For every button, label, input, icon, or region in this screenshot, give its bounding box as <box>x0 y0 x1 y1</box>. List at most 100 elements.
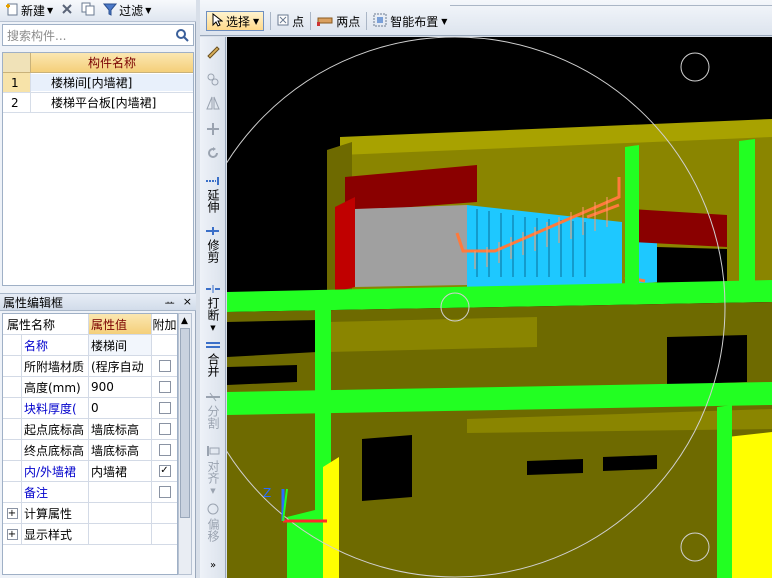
mirror-icon <box>205 95 221 114</box>
toolbar-separator <box>270 12 272 30</box>
dropdown-arrow-icon: ▼ <box>210 324 216 332</box>
property-name-header: 属性名称 <box>3 314 89 334</box>
extra-checkbox[interactable] <box>158 486 171 498</box>
point-button[interactable]: 点 <box>277 11 304 31</box>
toolbar-upper-strip <box>450 0 772 6</box>
new-button[interactable]: 新建 ▼ <box>3 1 55 21</box>
property-value[interactable]: 内墙裙 <box>89 461 152 481</box>
extra-checkbox[interactable] <box>158 360 171 372</box>
expand-cell <box>3 419 22 439</box>
pencil-icon <box>205 43 221 62</box>
delete-icon <box>61 3 73 18</box>
row-index: 2 <box>3 93 31 112</box>
filter-button[interactable]: 过滤 ▼ <box>101 1 153 21</box>
edit-toolbar: 延伸 修剪 打断 ▼ 合并 分割 对齐 ▼ 偏移 » <box>200 37 226 578</box>
trim-button[interactable]: 修剪 <box>203 225 223 263</box>
mirror-button[interactable] <box>203 95 223 114</box>
property-value[interactable] <box>89 482 152 502</box>
list-item[interactable]: 1 楼梯间[内墙裙] <box>3 73 193 93</box>
property-name: 起点底标高 <box>22 419 89 439</box>
offset-label: 偏移 <box>206 518 220 542</box>
two-point-button[interactable]: 两点 <box>317 11 360 31</box>
property-value[interactable]: 900 <box>89 377 152 397</box>
table-row: 所附墙材质 (程序自动 <box>3 356 177 377</box>
align-button[interactable]: 对齐 ▼ <box>203 445 223 498</box>
move-button[interactable] <box>203 121 223 140</box>
extend-button[interactable]: 延伸 <box>203 175 223 213</box>
close-icon[interactable]: × <box>183 295 192 311</box>
property-value[interactable]: 墙底标高 <box>89 440 152 460</box>
scroll-up-icon[interactable]: ▲ <box>181 316 188 326</box>
right-opening <box>657 247 727 287</box>
property-value[interactable]: 楼梯间 <box>89 335 152 355</box>
expand-cell <box>3 356 22 376</box>
expand-cell <box>3 335 22 355</box>
property-value[interactable]: (程序自动 <box>89 356 152 376</box>
copy-button[interactable] <box>79 1 97 21</box>
align-icon <box>205 445 221 460</box>
align-label: 对齐 <box>206 460 220 484</box>
yellow-element <box>323 457 339 578</box>
merge-button[interactable]: 合并 <box>203 339 223 377</box>
extra-checkbox[interactable] <box>158 423 171 435</box>
more-tools-button[interactable]: » <box>203 559 223 573</box>
row-index: 1 <box>3 73 31 92</box>
split-icon <box>205 391 221 405</box>
property-value[interactable]: 0 <box>89 398 152 418</box>
extra-cell <box>152 335 177 355</box>
toolbar-separator <box>310 12 312 30</box>
property-name: 显示样式 <box>22 524 89 544</box>
3d-viewport[interactable]: Z <box>227 37 772 578</box>
dropdown-arrow-icon: ▼ <box>47 6 54 15</box>
pin-icon[interactable]: ᅭ <box>165 295 175 311</box>
split-button[interactable]: 分割 <box>203 391 223 429</box>
search-placeholder: 搜索构件... <box>7 28 67 43</box>
search-input[interactable]: 搜索构件... <box>2 24 194 46</box>
dropdown-arrow-icon[interactable]: ▼ <box>253 17 259 26</box>
rotate-button[interactable] <box>203 145 223 164</box>
property-name: 块料厚度( <box>22 398 89 418</box>
copy-tool-button[interactable] <box>203 71 223 90</box>
green-post <box>739 139 755 287</box>
smart-layout-label: 智能布置 <box>390 14 439 29</box>
break-button[interactable]: 打断 ▼ <box>203 283 223 335</box>
expand-icon[interactable]: + <box>6 507 18 519</box>
table-row: 备注 <box>3 482 177 503</box>
extra-cell <box>152 524 177 544</box>
property-value-header: 属性值 <box>89 314 152 334</box>
select-label: 选择 <box>226 14 251 29</box>
extra-checkbox-checked[interactable]: ✓ <box>158 465 171 477</box>
merge-label: 合并 <box>206 353 220 377</box>
table-row: 高度(mm) 900 <box>3 377 177 398</box>
extra-checkbox[interactable] <box>158 444 171 456</box>
rotate-icon <box>205 145 221 164</box>
move-icon <box>205 121 221 140</box>
property-name: 名称 <box>22 335 89 355</box>
delete-button[interactable] <box>59 1 75 21</box>
offset-button[interactable]: 偏移 <box>203 503 223 542</box>
component-list-header: 构件名称 <box>3 53 193 73</box>
trim-icon <box>205 225 221 239</box>
property-value[interactable]: 墙底标高 <box>89 419 152 439</box>
brick-wall-side <box>335 197 355 292</box>
pencil-button[interactable] <box>203 43 223 62</box>
scrollbar-thumb[interactable] <box>180 328 190 518</box>
list-item[interactable]: 2 楼梯平台板[内墙裙] <box>3 93 193 113</box>
cursor-icon <box>211 12 224 30</box>
property-name: 备注 <box>22 482 89 502</box>
property-table-header: 属性名称 属性值 附加 <box>3 314 177 335</box>
green-post-base <box>287 507 327 578</box>
index-column-header <box>3 53 31 72</box>
expand-icon[interactable]: + <box>6 528 18 540</box>
filter-icon <box>103 2 118 19</box>
component-name-header[interactable]: 构件名称 <box>31 53 193 72</box>
extra-checkbox[interactable] <box>158 381 171 393</box>
extra-checkbox[interactable] <box>158 402 171 414</box>
expand-cell <box>3 482 22 502</box>
search-icon[interactable] <box>175 28 189 45</box>
property-scrollbar[interactable]: ▲ <box>178 313 192 575</box>
select-button[interactable]: 选择 ▼ <box>206 11 265 31</box>
smart-layout-button[interactable]: 智能布置 ▼ <box>373 11 447 31</box>
orbit-handle[interactable] <box>680 52 710 82</box>
chevron-down-icon: » <box>209 560 217 571</box>
